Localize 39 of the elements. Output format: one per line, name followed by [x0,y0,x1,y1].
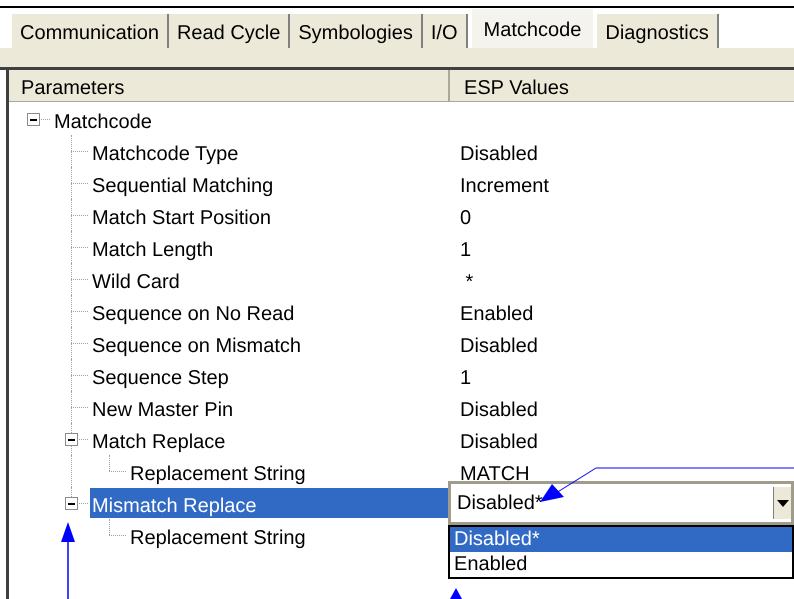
value-cell-text: 0 [460,206,472,231]
collapse-button[interactable] [65,433,78,446]
collapse-button[interactable] [65,497,78,510]
tab[interactable]: I/O [422,14,468,48]
dropdown-option[interactable]: Disabled* [450,527,792,552]
tab[interactable]: Diagnostics [597,14,719,48]
tree-item[interactable]: Wild Card [90,264,450,294]
tab[interactable]: Read Cycle [168,14,290,48]
tree-item[interactable]: Matchcode [52,104,450,134]
tree-item[interactable]: New Master Pin [90,392,450,422]
dropdown-option[interactable]: Enabled [450,552,792,577]
value-cell-text: 1 [460,366,472,391]
value-cell-text: Disabled [460,398,538,423]
tree-item[interactable]: Match Replace [90,424,450,454]
value-dropdown[interactable]: Disabled* [448,481,794,525]
tab[interactable]: Matchcode [470,8,594,48]
tree-item[interactable]: Match Length [90,232,450,262]
value-cell-text: * [464,270,474,295]
value-cell-text: Disabled [460,142,538,167]
value-cell-text: Disabled [460,334,538,359]
callout-arrow [450,588,462,599]
tree-item[interactable]: Sequence Step [90,360,450,390]
tab[interactable]: Communication [12,14,169,48]
column-header[interactable]: ESP Values [450,70,794,101]
tree-item[interactable]: Sequence on Mismatch [90,328,450,358]
value-cell-text: Enabled [460,302,534,327]
tree-item[interactable]: Mismatch Replace [90,488,450,518]
tree-item[interactable]: Sequence on No Read [90,296,450,326]
collapse-button[interactable] [27,113,40,126]
tree-item[interactable]: Replacement String [128,456,450,486]
tree-item[interactable]: Replacement String [128,520,450,550]
tree-item[interactable]: Sequential Matching [90,168,450,198]
column-header[interactable]: Parameters [9,70,450,101]
tree-item[interactable]: Matchcode Type [90,136,450,166]
value-cell-text: 1 [460,238,472,263]
value-cell-text: Increment [460,174,549,199]
tab[interactable]: Symbologies [290,14,423,48]
value-cell-text: Disabled [460,430,538,455]
tree-item[interactable]: Match Start Position [90,200,450,230]
